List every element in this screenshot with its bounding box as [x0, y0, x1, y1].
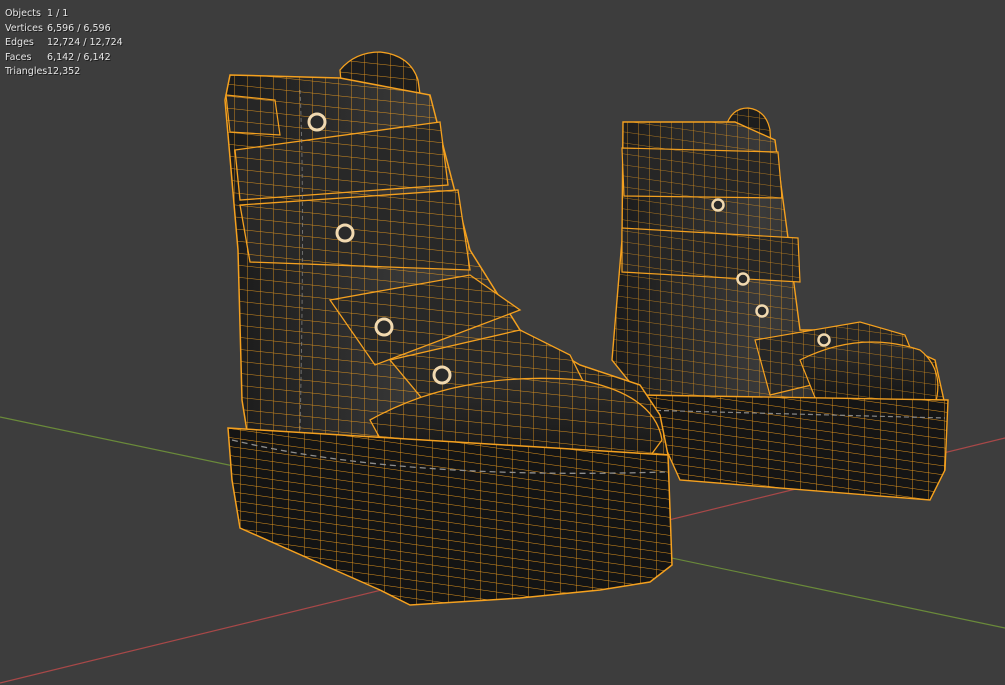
viewport-statistics-overlay: Objects 1 / 1 Vertices 6,596 / 6,596 Edg…	[5, 7, 123, 80]
scene-canvas[interactable]	[0, 0, 1005, 685]
stat-value: 6,142 / 6,142	[47, 51, 111, 63]
stat-row-triangles: Triangles 12,352	[5, 65, 123, 80]
stat-label: Objects	[5, 8, 41, 19]
stat-label: Faces	[5, 51, 32, 63]
stat-value: 12,352	[47, 66, 81, 77]
stat-label: Vertices	[5, 22, 43, 34]
stat-value: 6,596 / 6,596	[47, 22, 111, 34]
boot-left-icon[interactable]	[224, 51, 673, 606]
stat-value: 12,724 / 12,724	[47, 37, 123, 48]
stat-row-objects: Objects 1 / 1	[5, 7, 123, 22]
stat-row-edges: Edges 12,724 / 12,724	[5, 36, 123, 51]
stat-row-vertices: Vertices 6,596 / 6,596	[5, 22, 123, 37]
stat-label: Edges	[5, 37, 34, 48]
stat-value: 1 / 1	[47, 8, 69, 19]
stat-label: Triangles	[5, 66, 48, 77]
stat-row-faces: Faces 6,142 / 6,142	[5, 51, 123, 66]
3d-viewport[interactable]: Objects 1 / 1 Vertices 6,596 / 6,596 Edg…	[0, 0, 1005, 685]
